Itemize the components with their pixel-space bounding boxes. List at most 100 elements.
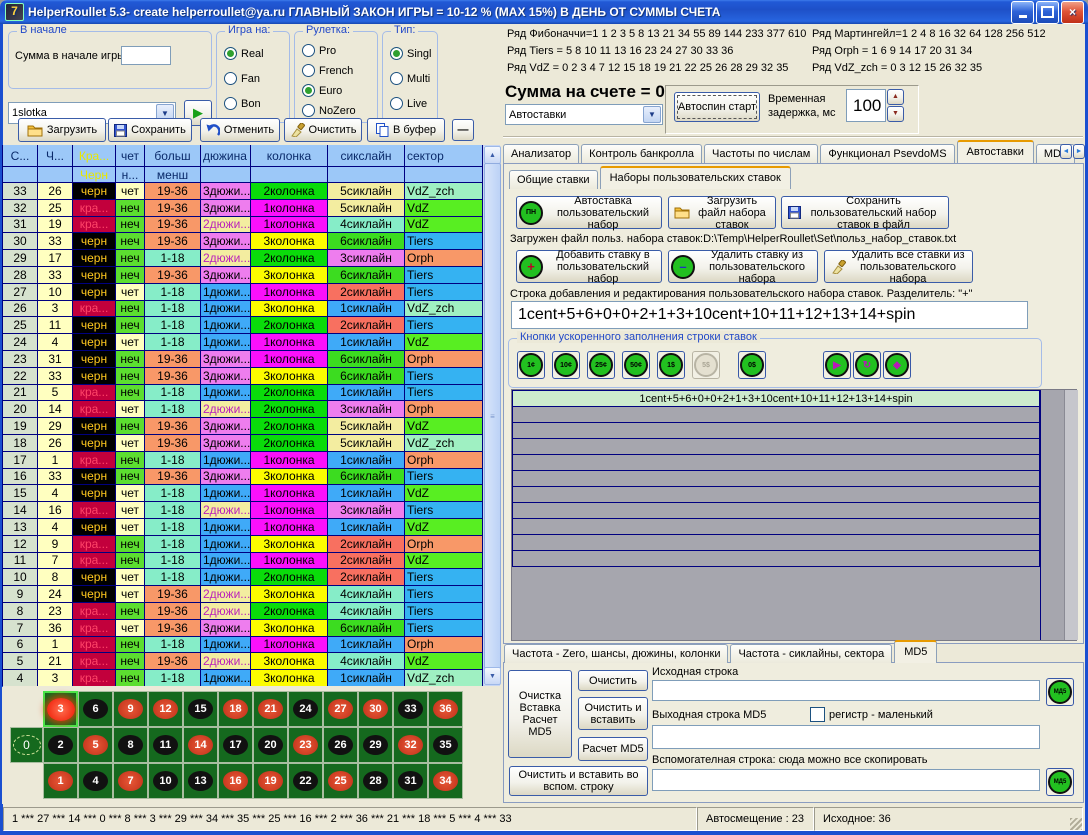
repeat-chip-button[interactable]: ↻: [853, 351, 881, 379]
clear-button[interactable]: Очистить: [284, 118, 362, 142]
minimize-button[interactable]: [1011, 1, 1034, 24]
board-cell-28[interactable]: 28: [358, 763, 393, 799]
column-header[interactable]: колонка: [251, 145, 328, 167]
table-row[interactable]: 2710чернчет1-181дюжи...1колонка2сиклайнT…: [3, 284, 484, 301]
board-cell-21[interactable]: 21: [253, 691, 288, 727]
board-cell-25[interactable]: 25: [323, 763, 358, 799]
column-header[interactable]: больш: [145, 145, 201, 167]
board-cell-34[interactable]: 34: [428, 763, 463, 799]
board-cell-17[interactable]: 17: [218, 727, 253, 763]
autospin-start-button[interactable]: Автоспин старт: [674, 92, 760, 122]
table-row[interactable]: 215кра...неч1-181дюжи...2колонка1сиклайн…: [3, 385, 484, 402]
board-cell-26[interactable]: 26: [323, 727, 358, 763]
board-cell-22[interactable]: 22: [288, 763, 323, 799]
board-cell-27[interactable]: 27: [323, 691, 358, 727]
board-cell-19[interactable]: 19: [253, 763, 288, 799]
bets-list-empty-row[interactable]: [512, 439, 1040, 455]
column-header[interactable]: [201, 167, 251, 183]
radio-wheel-french[interactable]: French: [302, 64, 353, 77]
table-row[interactable]: 1929черннеч19-363дюжи...2колонка5сиклайн…: [3, 418, 484, 435]
board-cell-18[interactable]: 18: [218, 691, 253, 727]
subtab-общие-ставки[interactable]: Общие ставки: [509, 170, 598, 189]
column-header[interactable]: Ч...: [38, 145, 73, 167]
table-scrollbar[interactable]: ▲ ≡ ▼: [483, 145, 500, 686]
resize-grip[interactable]: [1070, 818, 1082, 830]
md5-calc-helper-button[interactable]: МД5: [1046, 768, 1074, 796]
column-header[interactable]: [251, 167, 328, 183]
save-set-file-button[interactable]: Сохранить пользовательский набор ставок …: [781, 196, 949, 229]
spinner-up-icon[interactable]: ▲: [887, 89, 904, 105]
column-header[interactable]: чет: [116, 145, 145, 167]
radio-wheel-pro[interactable]: Pro: [302, 44, 336, 57]
table-row[interactable]: 263кра...неч1-181дюжи...3колонка1сиклайн…: [3, 301, 484, 318]
bets-list-empty-row[interactable]: [512, 535, 1040, 551]
table-row[interactable]: 3225кра...неч19-363дюжи...1колонка5сикла…: [3, 200, 484, 217]
board-cell-30[interactable]: 30: [358, 691, 393, 727]
md5-calc-source-button[interactable]: МД5: [1046, 678, 1074, 706]
remove-all-bets-button[interactable]: Удалить все ставки из пользовательского …: [824, 250, 973, 283]
column-header[interactable]: сектор: [405, 145, 483, 167]
radio-game-bon[interactable]: Bon: [224, 97, 261, 110]
load-button[interactable]: Загрузить: [18, 118, 106, 142]
bets-list-empty-row[interactable]: [512, 471, 1040, 487]
maximize-button[interactable]: [1036, 1, 1059, 24]
column-header[interactable]: [328, 167, 405, 183]
chevron-down-icon[interactable]: ▼: [643, 106, 661, 123]
table-row[interactable]: 3119кра...неч19-362дюжи...1колонка4сикла…: [3, 217, 484, 234]
bets-list-empty-row[interactable]: [512, 551, 1040, 567]
title-bar[interactable]: 7 HelperRoullet 5.3- create helperroulle…: [0, 0, 1088, 24]
table-row[interactable]: 521кра...неч19-362дюжи...3колонка4сиклай…: [3, 653, 484, 670]
bets-list-empty-row[interactable]: [512, 455, 1040, 471]
board-cell-29[interactable]: 29: [358, 727, 393, 763]
board-cell-14[interactable]: 14: [183, 727, 218, 763]
md5-clear-paste-button[interactable]: Очистить и вставить: [578, 697, 648, 730]
remove-bet-button[interactable]: – Удалить ставку из пользовательского на…: [668, 250, 818, 283]
board-cell-8[interactable]: 8: [113, 727, 148, 763]
column-header[interactable]: Черн: [73, 167, 116, 183]
table-row[interactable]: 134чернчет1-181дюжи...1колонка1сиклайнVd…: [3, 519, 484, 536]
column-header[interactable]: н...: [116, 167, 145, 183]
radio-game-real[interactable]: Real: [224, 47, 264, 60]
radio-type-live[interactable]: Live: [390, 97, 427, 110]
bet-string-input[interactable]: [511, 301, 1028, 329]
bets-list-empty-row[interactable]: [512, 407, 1040, 423]
chip-button-10c[interactable]: 10¢: [552, 351, 580, 379]
board-cell-11[interactable]: 11: [148, 727, 183, 763]
start-sum-input[interactable]: [121, 46, 171, 65]
board-cell-2[interactable]: 2: [43, 727, 78, 763]
chip-button-1c[interactable]: 1¢: [517, 351, 545, 379]
to-buffer-button[interactable]: В буфер: [367, 118, 445, 142]
tab-анализатор[interactable]: Анализатор: [503, 144, 579, 163]
bets-list-empty-row[interactable]: [512, 487, 1040, 503]
chip-button-0d[interactable]: 0$: [738, 351, 766, 379]
table-row[interactable]: 2833черннеч19-363дюжи...3колонка6сиклайн…: [3, 267, 484, 284]
add-bet-button[interactable]: + Добавить ставку в пользовательский наб…: [516, 250, 662, 283]
bets-list-empty-row[interactable]: [512, 423, 1040, 439]
spin-chip-button[interactable]: ▶: [823, 351, 851, 379]
chip-button-25c[interactable]: 25¢: [587, 351, 615, 379]
delay-spinner-value[interactable]: 100: [846, 89, 886, 122]
board-cell-15[interactable]: 15: [183, 691, 218, 727]
column-header[interactable]: [38, 167, 73, 183]
chip-button-1d[interactable]: 1$: [657, 351, 685, 379]
board-cell-24[interactable]: 24: [288, 691, 323, 727]
md5-source-input[interactable]: [652, 680, 1040, 701]
md5-multi-button[interactable]: Очистка Вставка Расчет MD5: [508, 670, 572, 758]
table-row[interactable]: 129кра...неч1-181дюжи...3колонка2сиклайн…: [3, 536, 484, 553]
board-cell-5[interactable]: 5: [78, 727, 113, 763]
board-cell-16[interactable]: 16: [218, 763, 253, 799]
md5-clear-button[interactable]: Очистить: [578, 670, 648, 691]
board-cell-12[interactable]: 12: [148, 691, 183, 727]
table-row[interactable]: 154чернчет1-181дюжи...1колонка1сиклайнVd…: [3, 485, 484, 502]
table-row[interactable]: 2917черннеч1-182дюжи...2колонка3сиклайнO…: [3, 250, 484, 267]
md5-calc-button[interactable]: Расчет MD5: [578, 737, 648, 761]
board-cell-13[interactable]: 13: [183, 763, 218, 799]
column-header[interactable]: [405, 167, 483, 183]
table-row[interactable]: 108чернчет1-181дюжи...2колонка2сиклайнTi…: [3, 569, 484, 586]
board-cell-1[interactable]: 1: [43, 763, 78, 799]
save-button[interactable]: Сохранить: [108, 118, 192, 142]
table-row[interactable]: 823кра...неч19-362дюжи...2колонка4сиклай…: [3, 603, 484, 620]
bets-list-first-row[interactable]: 1cent+5+6+0+0+2+1+3+10cent+10+11+12+13+1…: [512, 390, 1040, 407]
table-row[interactable]: 2331черннеч19-363дюжи...1колонка6сиклайн…: [3, 351, 484, 368]
autobet-user-set-button[interactable]: ПН Автоставка пользовательский набор: [516, 196, 662, 229]
